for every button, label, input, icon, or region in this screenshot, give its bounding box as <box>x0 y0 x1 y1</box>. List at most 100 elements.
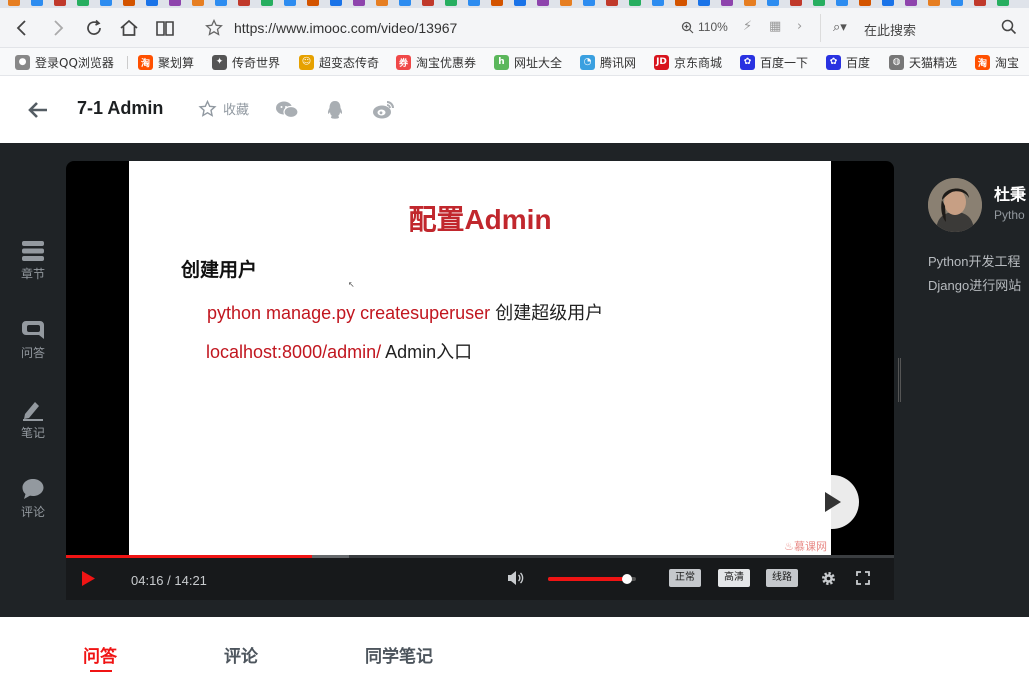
tab-favicon-icon[interactable] <box>583 0 595 6</box>
tab-qa[interactable]: 问答 <box>83 642 117 667</box>
bookmark-item[interactable]: ✦ 传奇世界 <box>212 54 280 70</box>
volume-button[interactable] <box>507 570 525 590</box>
tab-favicon-icon[interactable] <box>721 0 733 6</box>
tab-favicon-icon[interactable] <box>537 0 549 6</box>
url-field[interactable]: https://www.imooc.com/video/13967 <box>234 20 457 36</box>
tab-comments[interactable]: 评论 <box>224 642 258 667</box>
teacher-name[interactable]: 杜秉 <box>994 181 1026 205</box>
bookmark-item[interactable]: h 网址大全 <box>494 54 562 70</box>
tab-favicon-icon[interactable] <box>951 0 963 6</box>
tab-favicon-icon[interactable] <box>652 0 664 6</box>
bookmark-item[interactable]: ● 登录QQ浏览器 <box>15 54 114 70</box>
lightning-icon[interactable]: ⚡ <box>743 19 752 34</box>
tab-favicon-icon[interactable] <box>353 0 365 6</box>
tab-favicon-icon[interactable] <box>767 0 779 6</box>
tab-favicon-icon[interactable] <box>560 0 572 6</box>
tab-favicon-icon[interactable] <box>77 0 89 6</box>
tab-favicon-icon[interactable] <box>192 0 204 6</box>
tab-favicon-icon[interactable] <box>928 0 940 6</box>
sidebar-item-qa[interactable]: 问答 <box>10 319 56 361</box>
tab-favicon-icon[interactable] <box>284 0 296 6</box>
tab-favicon-icon[interactable] <box>974 0 986 6</box>
qa-icon <box>22 321 44 339</box>
wechat-share-icon[interactable] <box>275 99 299 121</box>
tab-favicon-icon[interactable] <box>813 0 825 6</box>
quality-hd-button[interactable]: 高清 <box>718 569 750 587</box>
tab-favicon-icon[interactable] <box>307 0 319 6</box>
tab-favicon-icon[interactable] <box>54 0 66 6</box>
volume-slider[interactable] <box>548 574 636 584</box>
forward-icon[interactable] <box>47 17 69 39</box>
tab-favicon-icon[interactable] <box>169 0 181 6</box>
search-engine-icon[interactable]: ⌕▾ <box>833 20 847 35</box>
back-icon[interactable] <box>11 17 33 39</box>
tab-favicon-icon[interactable] <box>698 0 710 6</box>
bookmark-item[interactable]: ◍ 天猫精选 <box>889 54 957 70</box>
bookmark-item[interactable]: 淘聚划算 <box>138 54 194 70</box>
tab-favicon-icon[interactable] <box>376 0 388 6</box>
home-icon[interactable] <box>118 17 140 39</box>
tab-favicon-icon[interactable] <box>905 0 917 6</box>
tab-favicon-icon[interactable] <box>836 0 848 6</box>
back-arrow-icon[interactable] <box>26 98 50 122</box>
weibo-share-icon[interactable] <box>372 99 396 121</box>
line-select-button[interactable]: 线路 <box>766 569 798 587</box>
favorite-button[interactable]: 收藏 <box>198 99 249 118</box>
fullscreen-button[interactable] <box>856 570 870 589</box>
tab-favicon-icon[interactable] <box>261 0 273 6</box>
sidebar-item-comments[interactable]: 评论 <box>10 478 56 520</box>
panel-resize-handle[interactable] <box>898 358 901 402</box>
bookmark-item[interactable]: ✿ 百度 <box>826 54 870 70</box>
tab-notes[interactable]: 同学笔记 <box>365 642 433 667</box>
tab-favicon-icon[interactable] <box>330 0 342 6</box>
qq-share-icon[interactable] <box>324 99 348 121</box>
bookmark-item[interactable]: ◔ 腾讯网 <box>580 54 636 70</box>
tab-favicon-icon[interactable] <box>997 0 1009 6</box>
settings-button[interactable] <box>820 570 837 591</box>
tab-favicon-icon[interactable] <box>514 0 526 6</box>
zoom-indicator[interactable]: 110% <box>681 20 728 34</box>
tab-favicon-icon[interactable] <box>399 0 411 6</box>
bookmark-item[interactable]: 券淘宝优惠券 <box>396 54 476 70</box>
tab-favicon-icon[interactable] <box>491 0 503 6</box>
tab-favicon-icon[interactable] <box>238 0 250 6</box>
tab-favicon-icon[interactable] <box>100 0 112 6</box>
avatar[interactable] <box>928 178 982 232</box>
volume-level <box>548 577 628 581</box>
tab-favicon-icon[interactable] <box>31 0 43 6</box>
big-play-button[interactable] <box>805 475 859 529</box>
tab-favicon-icon[interactable] <box>123 0 135 6</box>
tab-favicon-icon[interactable] <box>629 0 641 6</box>
tab-favicon-icon[interactable] <box>859 0 871 6</box>
video-player[interactable]: 配置Admin 创建用户 ↖ python manage.py createsu… <box>66 161 894 600</box>
tab-favicon-icon[interactable] <box>744 0 756 6</box>
reload-icon[interactable] <box>83 17 105 39</box>
tab-favicon-icon[interactable] <box>606 0 618 6</box>
tab-favicon-icon[interactable] <box>8 0 20 6</box>
search-icon[interactable] <box>1001 19 1017 35</box>
search-input[interactable]: 在此搜索 <box>864 20 916 39</box>
tab-favicon-icon[interactable] <box>882 0 894 6</box>
tab-favicon-icon[interactable] <box>215 0 227 6</box>
sidebar-item-notes[interactable]: 笔记 <box>10 399 56 441</box>
chevron-right-icon[interactable]: › <box>797 19 802 34</box>
tab-favicon-icon[interactable] <box>146 0 158 6</box>
qrcode-icon[interactable]: ▦ <box>769 19 781 34</box>
tab-favicon-icon[interactable] <box>790 0 802 6</box>
tab-favicon-icon[interactable] <box>422 0 434 6</box>
bookmark-item[interactable]: JD 京东商城 <box>654 54 722 70</box>
watermark-text: 慕课网 <box>794 540 827 553</box>
bookmark-item[interactable]: ☺ 超变态传奇 <box>299 54 379 70</box>
tab-favicon-icon[interactable] <box>675 0 687 6</box>
tab-favicon-icon[interactable] <box>445 0 457 6</box>
sidebar-item-chapters[interactable]: 章节 <box>10 240 56 282</box>
tab-favicon-icon[interactable] <box>468 0 480 6</box>
bookmark-item[interactable]: ✿ 百度一下 <box>740 54 808 70</box>
volume-knob[interactable] <box>622 574 633 584</box>
play-pause-button[interactable] <box>80 570 96 591</box>
bookmark-item[interactable]: 淘淘宝 <box>975 54 1019 70</box>
bookmark-star-icon[interactable] <box>203 17 225 39</box>
search-box[interactable]: ⌕▾ 在此搜索 <box>820 14 1025 42</box>
quality-normal-button[interactable]: 正常 <box>669 569 701 587</box>
reader-icon[interactable] <box>154 17 176 39</box>
